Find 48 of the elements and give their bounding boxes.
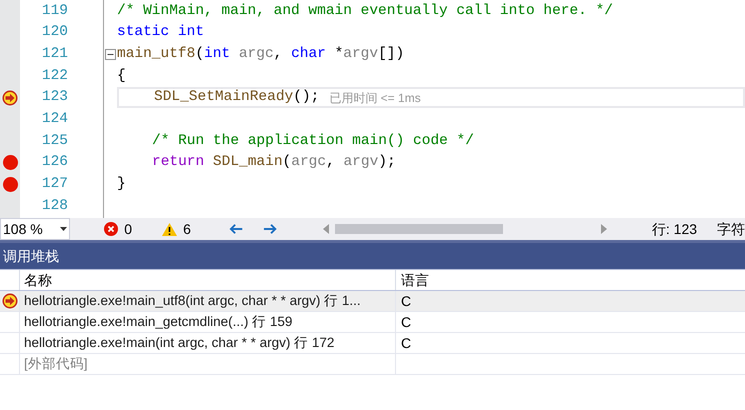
code-line: /* Run the application main() code */: [152, 134, 474, 148]
code-line: }: [117, 177, 126, 192]
breakpoint-icon[interactable]: [2, 176, 18, 192]
call-stack-row[interactable]: [外部代码]: [0, 354, 745, 375]
line-number: 128: [42, 198, 68, 214]
warning-count: 6: [183, 220, 191, 238]
error-count: 0: [124, 220, 132, 238]
column-indicator: 字符: [717, 220, 745, 238]
line-number: 123: [42, 90, 68, 105]
call-stack-row[interactable]: hellotriangle.exe!main(int argc, char * * argv) 行 172 C: [0, 333, 745, 354]
zoom-dropdown[interactable]: 108 %: [0, 218, 70, 240]
breakpoint-icon[interactable]: [2, 155, 18, 170]
frame-language: C: [401, 292, 412, 310]
frame-language: C: [401, 334, 412, 352]
line-number: 121: [42, 46, 68, 62]
column-header[interactable]: 名称: [20, 270, 396, 290]
frame-name: [外部代码]: [24, 354, 88, 373]
elapsed-time-hint: 已用时间 <= 1ms: [329, 90, 421, 107]
code-line: SDL_SetMainReady();: [154, 90, 320, 105]
line-number: 125: [42, 134, 68, 148]
frame-language: C: [401, 312, 412, 332]
line-number: 120: [42, 25, 68, 40]
error-icon[interactable]: [104, 222, 118, 236]
line-number: 127: [42, 177, 68, 192]
code-line: main_utf8(int argc, char *argv[]): [117, 46, 404, 62]
line-indicator: 行: 123: [652, 220, 698, 238]
forward-arrow-icon[interactable]: [263, 223, 278, 235]
warning-icon[interactable]: [162, 222, 178, 236]
line-number: 119: [42, 4, 68, 18]
back-arrow-icon[interactable]: [228, 223, 244, 235]
column-header[interactable]: 语言: [396, 270, 745, 290]
frame-name: hellotriangle.exe!main_utf8(int argc, char * * argv) 行 1...: [24, 292, 361, 310]
call-stack-row[interactable]: hellotriangle.exe!main_utf8(int argc, char * * argv) 行 1... C: [0, 291, 745, 312]
scroll-left-icon[interactable]: [323, 224, 330, 234]
code-line: return SDL_main(argc, argv);: [152, 155, 396, 170]
line-number: 126: [42, 155, 68, 170]
caret-icon: [60, 227, 68, 231]
call-stack-row[interactable]: hellotriangle.exe!main_getcmdline(...) 行 159 C: [0, 312, 745, 333]
code-line: /* WinMain, main, and wmain eventually call into here. */: [117, 4, 613, 18]
line-number: 124: [42, 112, 68, 127]
frame-name: hellotriangle.exe!main(int argc, char * * argv) 行 172: [24, 334, 334, 352]
frame-name: hellotriangle.exe!main_getcmdline(...) 行 159: [24, 312, 292, 331]
code-line: {: [117, 68, 126, 84]
scroll-right-icon[interactable]: [600, 224, 607, 234]
code-line: static int: [117, 25, 204, 40]
collapse-icon[interactable]: [104, 48, 116, 60]
panel-title: 调用堆栈: [3, 246, 59, 266]
line-number: 122: [42, 68, 68, 84]
